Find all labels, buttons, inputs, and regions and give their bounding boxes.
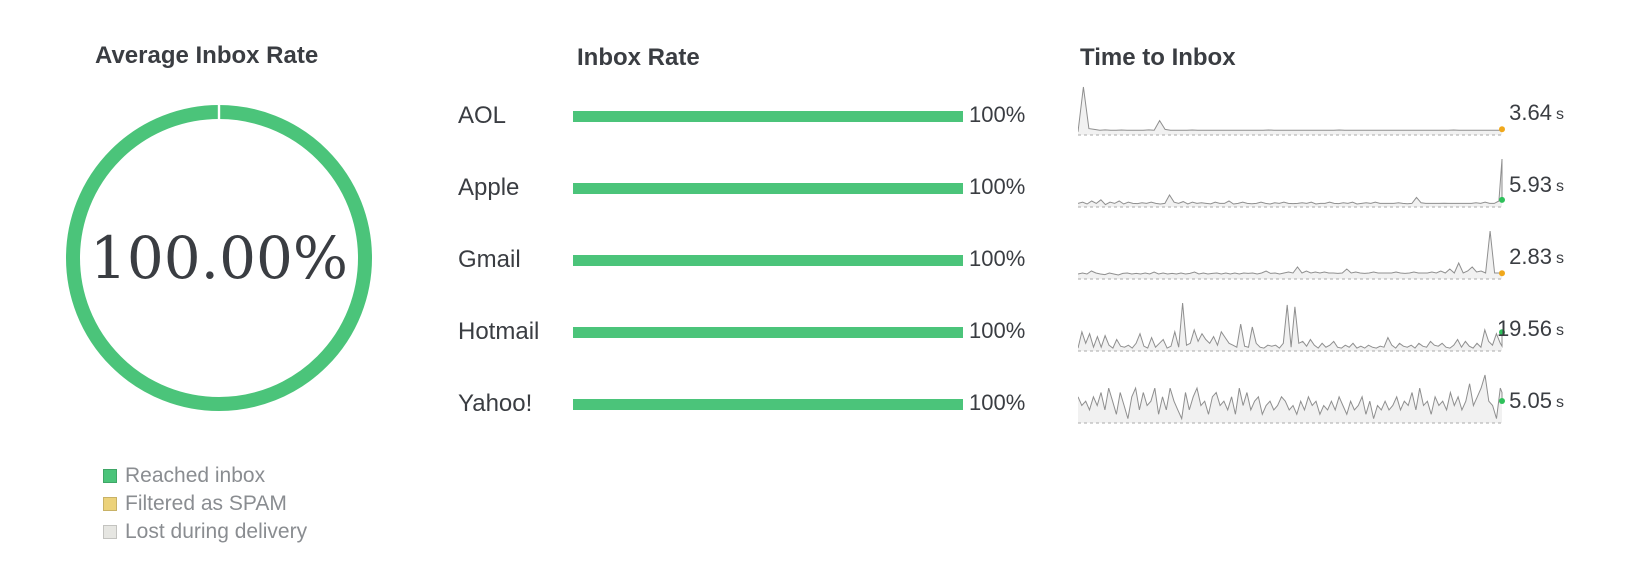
- average-inbox-rate-title: Average Inbox Rate: [95, 42, 319, 69]
- legend-label-lost: Lost during delivery: [125, 520, 308, 543]
- provider-row-aol: AOL 100% 3.64 s: [458, 86, 1588, 136]
- time-sparkline-aol: [1078, 86, 1505, 136]
- inbox-rate-title: Inbox Rate: [577, 44, 700, 71]
- time-to-inbox-unit: s: [1556, 106, 1564, 123]
- time-to-inbox-unit: s: [1556, 178, 1564, 195]
- legend-item-spam: Filtered as SPAM: [103, 490, 307, 518]
- inbox-rate-bar-apple: [573, 183, 963, 194]
- legend-item-lost: Lost during delivery: [103, 518, 307, 546]
- legend-label-reached: Reached inbox: [125, 464, 266, 487]
- inbox-rate-bar-track: [573, 255, 963, 266]
- time-sparkline-hotmail: [1078, 302, 1505, 352]
- legend-swatch-lost: [103, 525, 117, 539]
- inbox-rate-bar-track: [573, 327, 963, 338]
- time-to-inbox-value: 3.64: [1509, 100, 1552, 125]
- sparkline-area: [1078, 303, 1502, 351]
- provider-name: Hotmail: [458, 318, 540, 345]
- average-inbox-rate-donut: 100.00%: [59, 98, 379, 418]
- time-sparkline-gmail: [1078, 230, 1505, 280]
- inbox-rate-value: 100%: [969, 390, 1026, 415]
- sparkline-latest-dot: [1499, 270, 1505, 277]
- sparkline-latest-dot: [1499, 126, 1505, 133]
- legend-swatch-reached: [103, 469, 117, 483]
- provider-name: AOL: [458, 102, 507, 129]
- time-to-inbox-unit: s: [1556, 322, 1564, 339]
- average-inbox-rate-value: 100.00%: [89, 224, 349, 292]
- inbox-rate-bar-hotmail: [573, 327, 963, 338]
- provider-name: Gmail: [458, 246, 521, 273]
- legend: Reached inbox Filtered as SPAM Lost duri…: [103, 462, 307, 546]
- time-to-inbox-unit: s: [1556, 394, 1564, 411]
- time-to-inbox-value: 5.93: [1509, 172, 1552, 197]
- inbox-rate-value: 100%: [969, 318, 1026, 343]
- time-to-inbox-unit: s: [1556, 250, 1564, 267]
- provider-name: Apple: [458, 174, 520, 201]
- inbox-rate-value: 100%: [969, 102, 1026, 127]
- inbox-rate-bar-track: [573, 399, 963, 410]
- legend-swatch-spam: [103, 497, 117, 511]
- inbox-rate-bar-track: [573, 183, 963, 194]
- inbox-rate-bar-track: [573, 111, 963, 122]
- sparkline-line: [1078, 86, 1503, 132]
- inbox-rate-value: 100%: [969, 174, 1026, 199]
- sparkline-line: [1078, 230, 1503, 276]
- time-to-inbox-value: 19.56: [1496, 316, 1552, 341]
- inbox-rate-bar-yahoo: [573, 399, 963, 410]
- time-sparkline-apple: [1078, 158, 1505, 208]
- provider-row-yahoo: Yahoo! 100% 5.05 s: [458, 374, 1588, 424]
- sparkline-area: [1078, 159, 1502, 207]
- sparkline-area: [1078, 87, 1502, 135]
- inbox-rate-value: 100%: [969, 246, 1026, 271]
- provider-row-hotmail: Hotmail 100% 19.56 s: [458, 302, 1588, 352]
- time-to-inbox-value: 2.83: [1509, 244, 1552, 269]
- inbox-rate-bar-aol: [573, 111, 963, 122]
- sparkline-line: [1078, 158, 1503, 206]
- time-to-inbox-value: 5.05: [1509, 388, 1552, 413]
- time-sparkline-yahoo: [1078, 374, 1505, 424]
- provider-row-apple: Apple 100% 5.93 s: [458, 158, 1588, 208]
- provider-row-gmail: Gmail 100% 2.83 s: [458, 230, 1588, 280]
- inbox-rate-bar-gmail: [573, 255, 963, 266]
- legend-label-spam: Filtered as SPAM: [125, 492, 287, 515]
- time-to-inbox-title: Time to Inbox: [1080, 44, 1236, 71]
- legend-item-reached: Reached inbox: [103, 462, 307, 490]
- provider-name: Yahoo!: [458, 390, 533, 417]
